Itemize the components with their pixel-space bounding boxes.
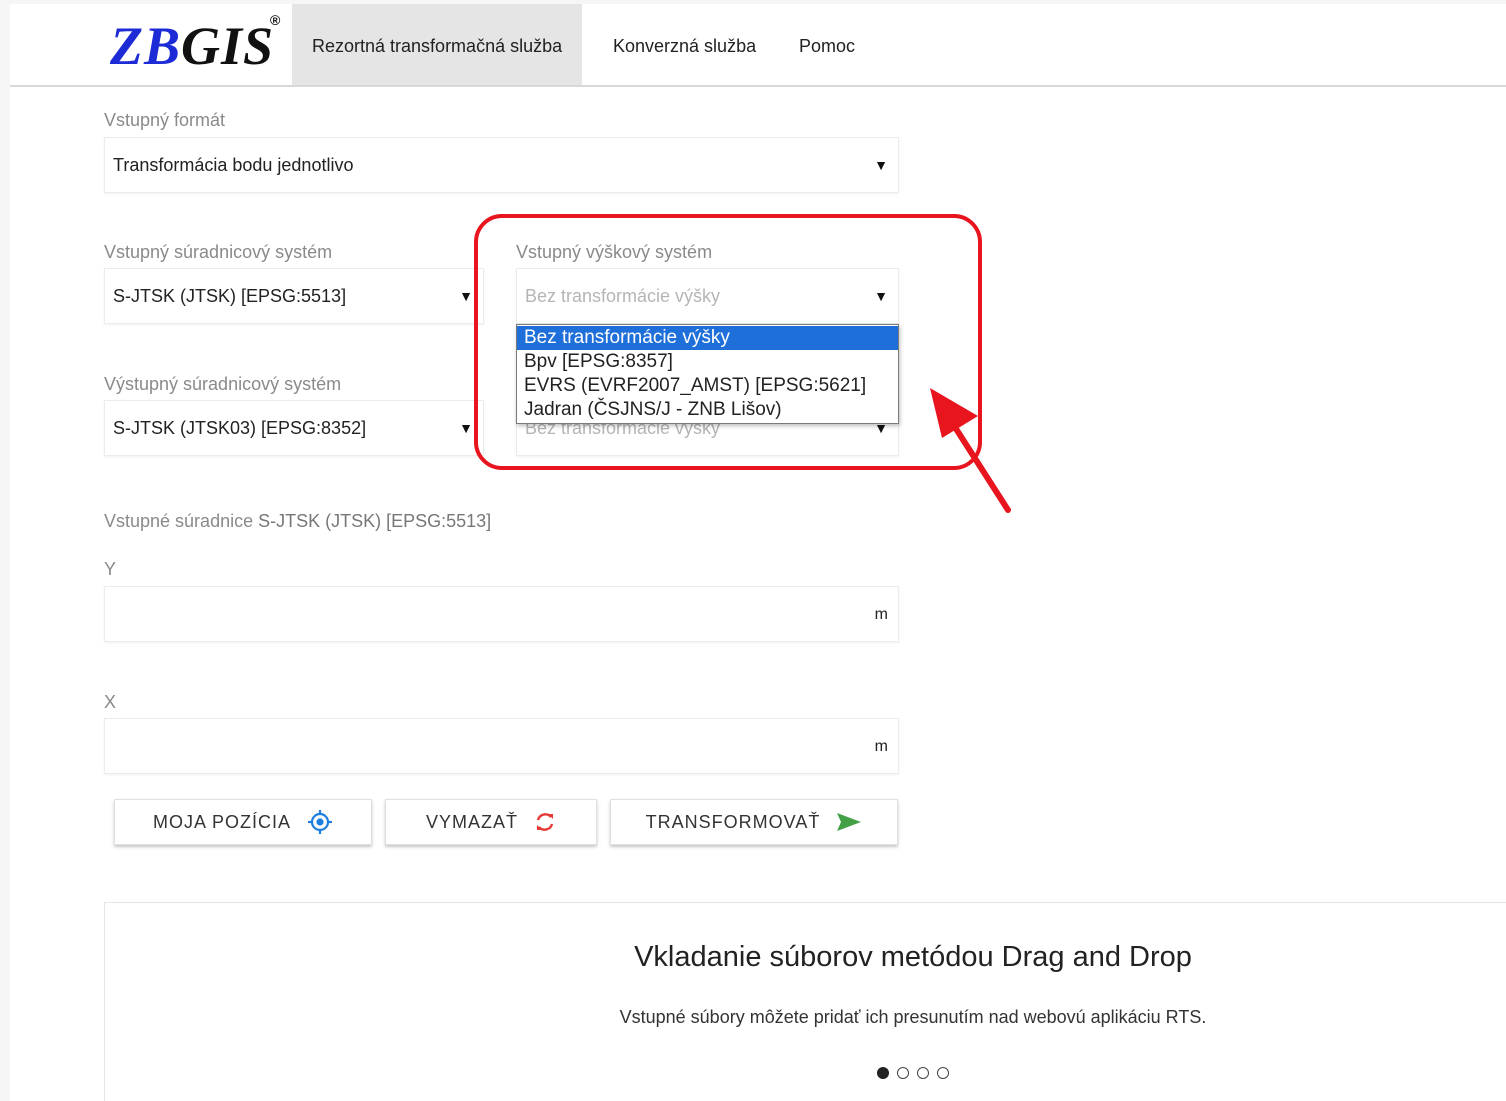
page: ZBGIS ® Rezortná transformačná služba Ko… bbox=[10, 4, 1506, 1101]
clear-button[interactable]: VYMAZAŤ bbox=[385, 799, 597, 845]
logo-gis-text: GIS bbox=[181, 16, 275, 76]
y-unit: m bbox=[874, 606, 888, 623]
input-crs-select[interactable]: S-JTSK (JTSK) [EPSG:5513] ▼ bbox=[104, 268, 484, 324]
carousel-dot[interactable] bbox=[937, 1067, 949, 1079]
tab-transformation-service[interactable]: Rezortná transformačná služba bbox=[292, 4, 583, 85]
coords-heading-system: S-JTSK (JTSK) [EPSG:5513] bbox=[258, 511, 492, 531]
dropdown-option[interactable]: Bpv [EPSG:8357] bbox=[517, 350, 898, 374]
input-format-label: Vstupný formát bbox=[104, 110, 226, 130]
input-crs-value: S-JTSK (JTSK) [EPSG:5513] bbox=[113, 286, 347, 306]
zbgis-logo[interactable]: ZBGIS ® bbox=[110, 12, 280, 76]
clear-label: VYMAZAŤ bbox=[425, 811, 518, 832]
x-label: X bbox=[104, 692, 117, 712]
info-card-text: Vstupné súbory môžete pridať ich presunu… bbox=[619, 1007, 1207, 1027]
dropdown-option[interactable]: EVRS (EVRF2007_AMST) [EPSG:5621] bbox=[517, 374, 898, 398]
transform-button[interactable]: TRANSFORMOVAŤ bbox=[610, 799, 898, 845]
input-height-select[interactable]: Bez transformácie výšky ▼ bbox=[516, 268, 899, 324]
chevron-down-icon: ▼ bbox=[874, 157, 888, 173]
carousel-dot[interactable] bbox=[897, 1067, 909, 1079]
send-arrow-icon bbox=[836, 812, 862, 832]
input-height-label: Vstupný výškový systém bbox=[516, 242, 713, 262]
chevron-down-icon: ▼ bbox=[874, 288, 888, 304]
output-crs-label: Výstupný súradnicový systém bbox=[104, 374, 342, 394]
x-input[interactable]: m bbox=[104, 718, 899, 774]
logo-letter-z: Z bbox=[110, 16, 144, 76]
input-format-value: Transformácia bodu jednotlivo bbox=[113, 155, 354, 175]
dropdown-option[interactable]: Jadran (ČSJNS/J - ZNB Lišov) bbox=[517, 398, 898, 422]
logo-letter-b: B bbox=[144, 16, 182, 76]
tab-help[interactable]: Pomoc bbox=[779, 4, 875, 85]
coords-heading: Vstupné súradnice S-JTSK (JTSK) [EPSG:55… bbox=[104, 511, 491, 532]
y-label: Y bbox=[104, 559, 117, 579]
input-height-value: Bez transformácie výšky bbox=[525, 286, 721, 306]
tab-conversion-service[interactable]: Konverzná služba bbox=[593, 4, 776, 85]
crosshair-locate-icon bbox=[307, 809, 333, 835]
info-card-title: Vkladanie súborov metódou Drag and Drop bbox=[634, 941, 1192, 973]
my-position-label: MOJA POZÍCIA bbox=[152, 811, 292, 832]
y-input[interactable]: m bbox=[104, 586, 899, 642]
coords-heading-prefix: Vstupné súradnice bbox=[104, 511, 259, 531]
annotation-arrow-icon bbox=[930, 388, 1011, 513]
input-crs-label: Vstupný súradnicový systém bbox=[104, 242, 333, 262]
x-unit: m bbox=[874, 738, 888, 755]
drag-and-drop-info-card: Vkladanie súborov metódou Drag and Drop … bbox=[104, 902, 1506, 1101]
registered-mark: ® bbox=[270, 12, 281, 28]
dropdown-option[interactable]: Bez transformácie výšky bbox=[517, 326, 898, 350]
input-format-select[interactable]: Transformácia bodu jednotlivo ▼ bbox=[104, 137, 899, 193]
header: ZBGIS ® Rezortná transformačná služba Ko… bbox=[10, 4, 1506, 87]
carousel-indicator bbox=[877, 1067, 949, 1079]
height-system-dropdown: Bez transformácie výšky Bpv [EPSG:8357] … bbox=[516, 324, 899, 424]
output-crs-value: S-JTSK (JTSK03) [EPSG:8352] bbox=[113, 418, 367, 438]
refresh-icon bbox=[534, 811, 556, 833]
carousel-dot[interactable] bbox=[917, 1067, 929, 1079]
my-position-button[interactable]: MOJA POZÍCIA bbox=[114, 799, 372, 845]
transform-label: TRANSFORMOVAŤ bbox=[645, 811, 821, 832]
output-crs-select[interactable]: S-JTSK (JTSK03) [EPSG:8352] ▼ bbox=[104, 400, 484, 456]
carousel-dot[interactable] bbox=[877, 1067, 889, 1079]
chevron-down-icon: ▼ bbox=[459, 288, 473, 304]
chevron-down-icon: ▼ bbox=[459, 420, 473, 436]
